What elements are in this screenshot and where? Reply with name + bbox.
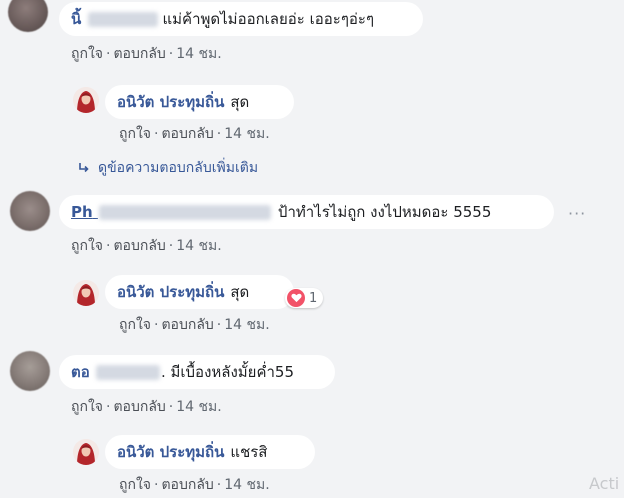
reply-text: สุด bbox=[230, 93, 250, 111]
reply-bubble: อนิวัต ประทุมถิ่น สุด bbox=[105, 275, 294, 309]
like-link[interactable]: ถูกใจ bbox=[119, 477, 151, 493]
reply-actions: ถูกใจ · ตอบกลับ · 14 ชม. bbox=[119, 477, 270, 493]
reply-bubble: อนิวัต ประทุมถิ่น สุด bbox=[105, 85, 294, 119]
heart-glyph bbox=[290, 293, 302, 303]
reply-link[interactable]: ตอบกลับ bbox=[161, 477, 213, 493]
replier-avatar[interactable] bbox=[73, 280, 99, 306]
commenter-avatar[interactable] bbox=[8, 0, 48, 32]
reply-link[interactable]: ตอบกลับ bbox=[113, 46, 165, 62]
comment-bubble: Ph ป้าทำไรไม่ถูก งงไปหมดอะ 5555 bbox=[59, 195, 554, 229]
comment-timestamp[interactable]: 14 ชม. bbox=[176, 399, 221, 415]
activate-windows-watermark: Acti bbox=[589, 474, 620, 493]
redacted-name bbox=[87, 12, 158, 27]
reply-timestamp[interactable]: 14 ชม. bbox=[224, 477, 269, 493]
view-more-replies-link[interactable]: ดูข้อความตอบกลับเพิ่มเติม bbox=[78, 157, 258, 179]
comment-bubble: นิ้ แม่ค้าพูดไม่ออกเลยอ่ะ เออะๆอ่ะๆ bbox=[59, 2, 423, 36]
like-link[interactable]: ถูกใจ bbox=[119, 317, 151, 333]
comment-bubble: ตอ . มีเบื้องหลังมั้ยค่ำ55 bbox=[59, 355, 335, 389]
comment-actions: ถูกใจ · ตอบกลับ · 14 ชม. bbox=[71, 46, 222, 62]
replier-avatar[interactable] bbox=[73, 87, 99, 113]
reaction-badge[interactable]: 1 bbox=[285, 288, 324, 308]
like-link[interactable]: ถูกใจ bbox=[71, 238, 103, 254]
reply-link[interactable]: ตอบกลับ bbox=[113, 238, 165, 254]
like-link[interactable]: ถูกใจ bbox=[119, 126, 151, 142]
like-link[interactable]: ถูกใจ bbox=[71, 399, 103, 415]
reply-link[interactable]: ตอบกลับ bbox=[161, 126, 213, 142]
view-more-replies-label: ดูข้อความตอบกลับเพิ่มเติม bbox=[98, 160, 259, 176]
commenter-avatar[interactable] bbox=[10, 191, 50, 231]
reply-link[interactable]: ตอบกลับ bbox=[113, 399, 165, 415]
reply-timestamp[interactable]: 14 ชม. bbox=[224, 126, 269, 142]
redacted-name bbox=[95, 365, 160, 380]
comment-actions: ถูกใจ · ตอบกลับ · 14 ชม. bbox=[71, 238, 222, 254]
comment-author[interactable]: นิ้ bbox=[71, 7, 159, 31]
like-link[interactable]: ถูกใจ bbox=[71, 46, 103, 62]
profile-photo bbox=[73, 439, 99, 465]
reply-actions: ถูกใจ · ตอบกลับ · 14 ชม. bbox=[119, 317, 270, 333]
comment-timestamp[interactable]: 14 ชม. bbox=[176, 238, 221, 254]
reply-link[interactable]: ตอบกลับ bbox=[161, 317, 213, 333]
profile-photo bbox=[73, 280, 99, 306]
replier-avatar[interactable] bbox=[73, 439, 99, 465]
comment-text: ป้าทำไรไม่ถูก งงไปหมดอะ 5555 bbox=[277, 203, 492, 221]
reply-bubble: อนิวัต ประทุมถิ่น แชรสิ bbox=[105, 435, 315, 469]
comment-text: . มีเบื้องหลังมั้ยค่ำ55 bbox=[160, 363, 295, 381]
comment-timestamp[interactable]: 14 ชม. bbox=[176, 46, 221, 62]
reply-author[interactable]: อนิวัต ประทุมถิ่น bbox=[117, 90, 224, 114]
reply-timestamp[interactable]: 14 ชม. bbox=[224, 317, 269, 333]
heart-reaction-icon bbox=[287, 289, 305, 307]
reply-author[interactable]: อนิวัต ประทุมถิ่น bbox=[117, 440, 224, 464]
comment-author[interactable]: ตอ bbox=[71, 360, 161, 384]
more-options-icon[interactable]: ··· bbox=[568, 204, 586, 223]
reply-author[interactable]: อนิวัต ประทุมถิ่น bbox=[117, 280, 224, 304]
comment-text: แม่ค้าพูดไม่ออกเลยอ่ะ เออะๆอ่ะๆ bbox=[162, 10, 375, 28]
redacted-name bbox=[98, 205, 271, 220]
comment-author[interactable]: Ph bbox=[71, 203, 272, 221]
commenter-avatar[interactable] bbox=[10, 351, 50, 391]
comment-actions: ถูกใจ · ตอบกลับ · 14 ชม. bbox=[71, 399, 222, 415]
profile-photo bbox=[73, 87, 99, 113]
reply-actions: ถูกใจ · ตอบกลับ · 14 ชม. bbox=[119, 126, 270, 142]
reply-text: แชรสิ bbox=[230, 443, 268, 461]
reply-arrow-icon bbox=[79, 163, 89, 173]
reaction-count: 1 bbox=[309, 290, 318, 306]
reply-text: สุด bbox=[230, 283, 250, 301]
